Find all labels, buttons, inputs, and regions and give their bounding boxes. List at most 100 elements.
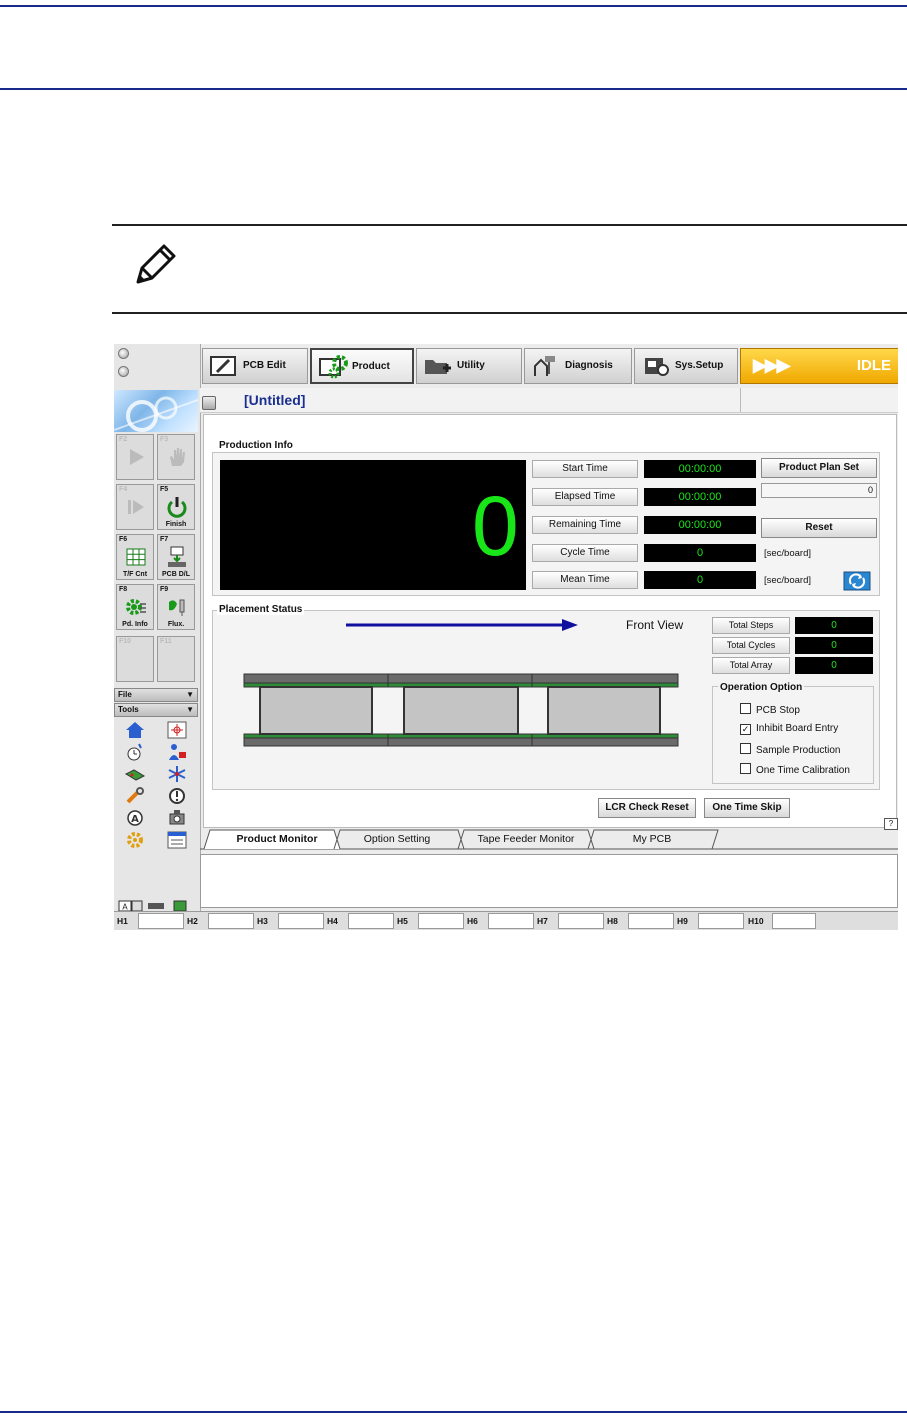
tab-product-monitor[interactable]: Product Monitor xyxy=(212,828,342,850)
document-menu-button[interactable] xyxy=(202,396,216,410)
fkey-f7-code: F7 xyxy=(160,536,169,543)
fkey-f7-pcb-download[interactable]: F7 PCB D/L xyxy=(157,534,195,580)
tab-my-pcb[interactable]: My PCB xyxy=(594,828,710,850)
tab-diagnosis-label: Diagnosis xyxy=(565,360,613,371)
header-rule-top xyxy=(0,5,907,7)
window-radio-2[interactable] xyxy=(118,366,129,377)
sys-setup-icon xyxy=(645,358,669,376)
head-h7-value xyxy=(558,913,604,929)
machine-status-text: IDLE xyxy=(856,357,891,374)
product-plan-set-button[interactable]: Product Plan Set xyxy=(761,458,877,478)
status-chevron-icon: ▶▶▶ xyxy=(753,355,791,375)
cycle-time-label: Cycle Time xyxy=(532,544,638,562)
fkey-f3-code: F3 xyxy=(160,436,169,443)
pcb-stop-checkbox[interactable]: PCB Stop xyxy=(740,703,800,716)
head-h4-value xyxy=(348,913,394,929)
head-h6-value xyxy=(488,913,534,929)
title-divider xyxy=(740,388,741,412)
machine-status-indicator: ▶▶▶ IDLE xyxy=(740,348,898,384)
play-icon xyxy=(130,449,144,465)
wrench-tool-icon[interactable] xyxy=(124,786,146,806)
elapsed-time-value: 00:00:00 xyxy=(644,488,756,506)
fkey-f9-flux[interactable]: F9 Flux. xyxy=(157,584,195,630)
conveyor-board-icon[interactable] xyxy=(124,764,146,784)
inhibit-board-entry-checkbox[interactable]: ✓ Inhibit Board Entry xyxy=(740,723,838,735)
note-rule-top xyxy=(112,224,907,226)
note-pencil-icon xyxy=(136,244,176,284)
fkey-f8-code: F8 xyxy=(119,586,128,593)
fkey-f5-finish[interactable]: F5 Finish xyxy=(157,484,195,530)
production-info-title: Production Info xyxy=(217,440,295,451)
file-menu[interactable]: File ▼ xyxy=(114,688,198,702)
header-rule-bottom xyxy=(0,88,907,90)
fkey-f2-start[interactable]: F2 xyxy=(116,434,154,480)
one-time-calibration-label: One Time Calibration xyxy=(756,765,850,776)
one-time-calibration-checkbox-box xyxy=(740,763,751,774)
fkey-f4-step[interactable]: F4 xyxy=(116,484,154,530)
lcr-check-reset-button[interactable]: LCR Check Reset xyxy=(598,798,696,818)
front-view-label: Front View xyxy=(626,618,684,632)
cycle-time-unit: [sec/board] xyxy=(764,548,811,559)
axis-calibration-icon[interactable] xyxy=(166,764,188,784)
one-time-skip-button[interactable]: One Time Skip xyxy=(704,798,790,818)
fkey-f6-label: T/F Cnt xyxy=(122,571,148,578)
fkey-f6-tf-count[interactable]: F6 T/F Cnt xyxy=(116,534,154,580)
total-array-label: Total Array xyxy=(712,657,790,674)
list-window-icon[interactable] xyxy=(166,830,188,850)
file-menu-label: File xyxy=(118,690,132,699)
tab-sys-setup[interactable]: Sys.Setup xyxy=(634,348,738,384)
camera-nozzle-icon[interactable] xyxy=(166,808,188,828)
head-h9-value xyxy=(698,913,744,929)
tools-menu[interactable]: Tools ▼ xyxy=(114,703,198,717)
tab-option-setting[interactable]: Option Setting xyxy=(340,828,454,850)
fkey-f6-code: F6 xyxy=(119,536,128,543)
fkey-f7-label: PCB D/L xyxy=(162,571,190,578)
tab-pcb-edit-label: PCB Edit xyxy=(243,360,286,371)
operator-icon[interactable] xyxy=(166,742,188,762)
fkey-f8-product-info[interactable]: F8 Pd. Info xyxy=(116,584,154,630)
start-time-label: Start Time xyxy=(532,460,638,478)
production-count-value: 0 xyxy=(472,479,519,573)
utility-folder-icon xyxy=(425,360,451,374)
home-icon[interactable] xyxy=(124,720,146,740)
tab-diagnosis[interactable]: Diagnosis xyxy=(524,348,632,384)
window-radio-1[interactable] xyxy=(118,348,129,359)
tab-pcb-edit[interactable]: PCB Edit xyxy=(202,348,308,384)
reset-button[interactable]: Reset xyxy=(761,518,877,538)
crosshair-grid-icon[interactable] xyxy=(166,720,188,740)
inhibit-board-entry-label: Inhibit Board Entry xyxy=(756,723,839,734)
fkey-f5-code: F5 xyxy=(160,486,169,493)
grid-count-icon xyxy=(126,548,146,566)
tab-product[interactable]: Product xyxy=(310,348,414,384)
product-gear-icon xyxy=(319,355,348,379)
head-h4-label: H4 xyxy=(327,916,338,926)
fkey-f4-code: F4 xyxy=(119,486,128,493)
head-h9-label: H9 xyxy=(677,916,688,926)
alert-icon[interactable] xyxy=(166,786,188,806)
settings-gear-icon[interactable] xyxy=(124,830,146,850)
sample-production-checkbox[interactable]: Sample Production xyxy=(740,743,841,756)
fkey-f10[interactable]: F10 xyxy=(116,636,154,682)
pcb-stop-checkbox-box xyxy=(740,703,751,714)
mean-time-value: 0 xyxy=(644,571,756,589)
direction-arrow-icon xyxy=(346,619,578,631)
refresh-icon[interactable] xyxy=(843,571,871,591)
fkey-f3-stop[interactable]: F3 xyxy=(157,434,195,480)
head-h3-value xyxy=(278,913,324,929)
app-window: F2 F3 F4 F5 Finish F6 T/F Cnt F7 PCB D/L… xyxy=(114,344,898,930)
sample-production-label: Sample Production xyxy=(756,745,841,756)
step-play-icon xyxy=(128,500,144,514)
auto-mode-icon[interactable]: A xyxy=(124,808,146,828)
fkey-f11[interactable]: F11 xyxy=(157,636,195,682)
tab-tape-feeder-monitor[interactable]: Tape Feeder Monitor xyxy=(464,828,588,850)
finish-power-icon xyxy=(167,497,187,518)
brand-banner xyxy=(114,390,199,432)
tab-utility[interactable]: Utility xyxy=(416,348,522,384)
pcb-conveyor-diagram xyxy=(243,673,679,747)
one-time-calibration-checkbox[interactable]: One Time Calibration xyxy=(740,763,850,776)
tab-utility-label: Utility xyxy=(457,360,485,371)
head-h3-label: H3 xyxy=(257,916,268,926)
sample-production-checkbox-box xyxy=(740,743,751,754)
hand-stop-icon xyxy=(170,448,185,466)
clock-timer-icon[interactable] xyxy=(124,742,146,762)
